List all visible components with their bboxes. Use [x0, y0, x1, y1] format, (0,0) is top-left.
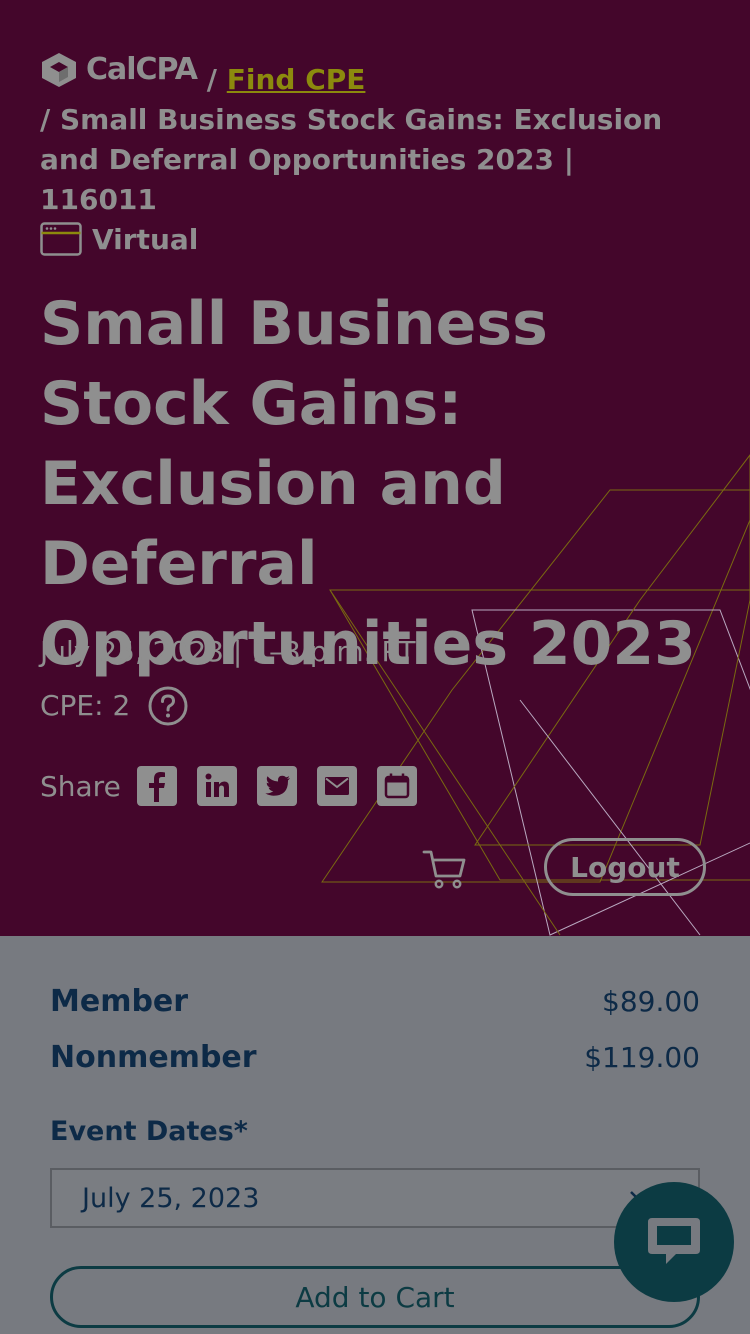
find-cpe-link[interactable]: Find CPE [227, 63, 366, 96]
logo-text: CalCPA [86, 52, 198, 87]
member-price-row: Member $89.00 [50, 984, 700, 1019]
calendar-icon[interactable] [376, 766, 417, 806]
nonmember-price: $119.00 [584, 1041, 700, 1074]
event-format: Virtual [40, 222, 198, 256]
chat-bubble-icon [648, 1218, 700, 1264]
add-to-cart-button[interactable]: Add to Cart [50, 1266, 700, 1328]
calcpa-logo-icon [42, 53, 76, 87]
member-label: Member [50, 984, 189, 1019]
facebook-icon[interactable] [136, 766, 177, 806]
event-dates-label: Event Dates* [50, 1116, 248, 1147]
event-date-select[interactable]: July 25, 2023 [50, 1168, 700, 1228]
twitter-icon[interactable] [256, 766, 297, 806]
browser-window-icon [40, 222, 82, 256]
cpe-label: CPE: 2 [40, 689, 131, 722]
breadcrumb-separator: / [206, 63, 217, 96]
nonmember-price-row: Nonmember $119.00 [50, 1040, 700, 1075]
logout-button[interactable]: Logout [544, 838, 706, 896]
cpe-credits: CPE: 2 [40, 686, 188, 726]
nonmember-label: Nonmember [50, 1040, 257, 1075]
help-icon[interactable] [148, 686, 188, 726]
event-date-time: July 25, 2023 | 1–3 p.m. PT [40, 635, 416, 668]
selected-date: July 25, 2023 [82, 1182, 260, 1214]
member-price: $89.00 [602, 985, 700, 1018]
linkedin-icon[interactable] [196, 766, 237, 806]
event-format-label: Virtual [92, 222, 199, 256]
share-label: Share [40, 769, 121, 803]
email-icon[interactable] [316, 766, 357, 806]
shopping-cart-icon[interactable] [422, 848, 468, 890]
breadcrumb: CalCPA / Find CPE / Small Business Stock… [40, 50, 700, 220]
breadcrumb-current: / Small Business Stock Gains: Exclusion … [40, 103, 663, 216]
calcpa-logo[interactable]: CalCPA [40, 50, 198, 90]
share-bar: Share [40, 766, 417, 806]
event-title: Small Business Stock Gains: Exclusion an… [40, 289, 696, 679]
event-hero: CalCPA / Find CPE / Small Business Stock… [0, 0, 750, 936]
chat-button[interactable] [614, 1182, 734, 1302]
